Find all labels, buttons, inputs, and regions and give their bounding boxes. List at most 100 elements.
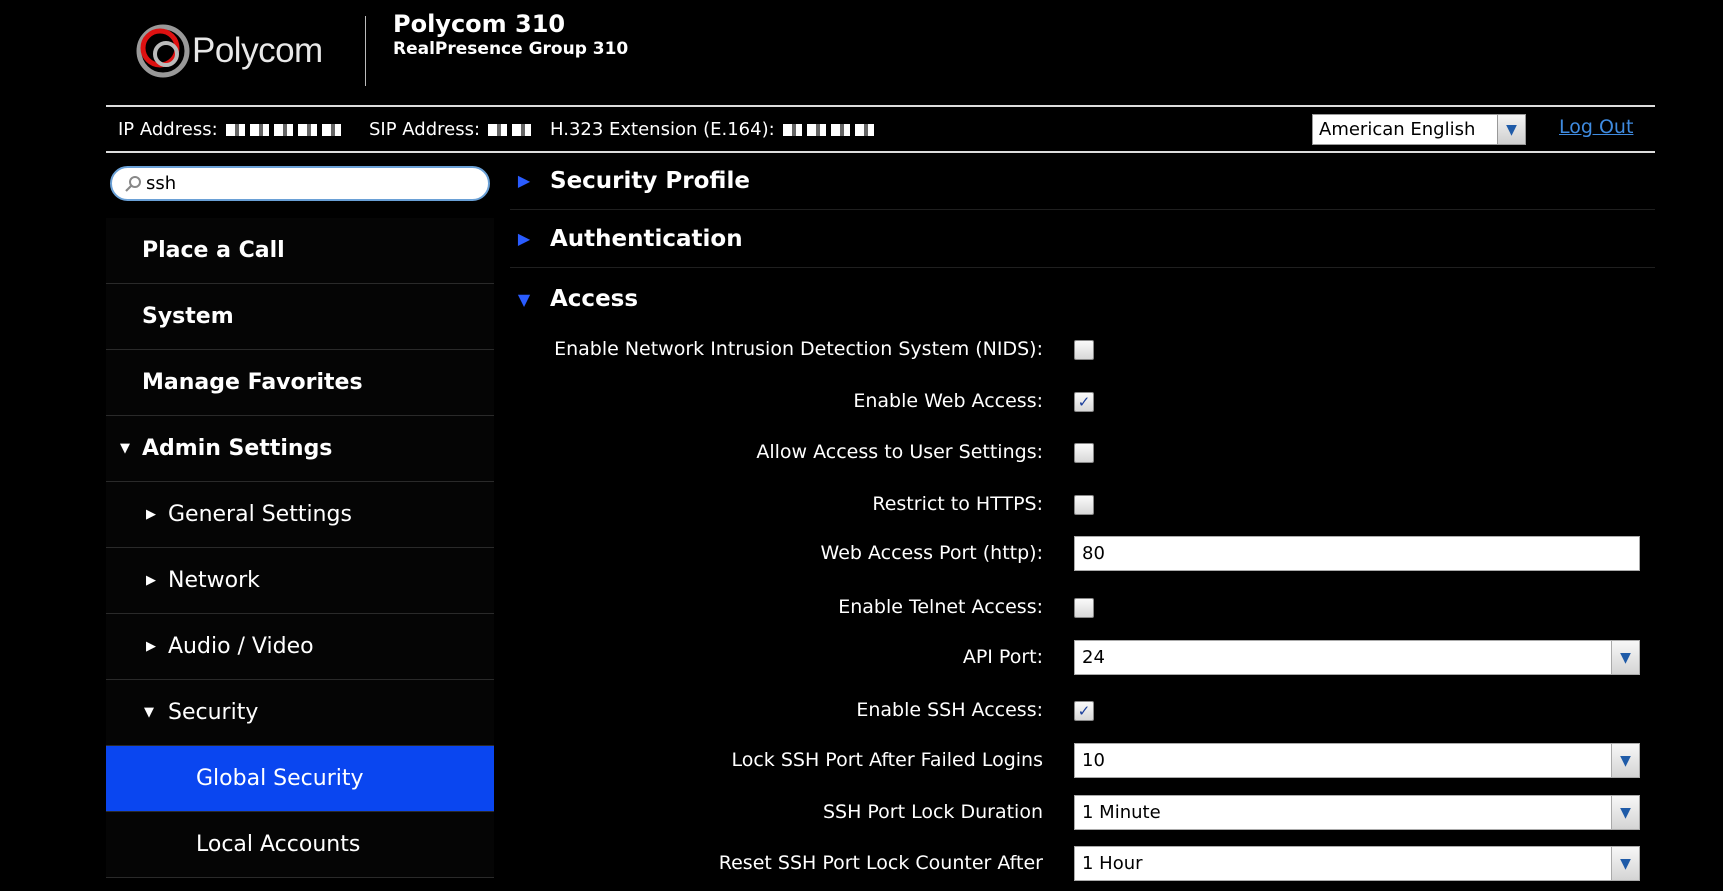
row-restrict-https: Restrict to HTTPS: (510, 485, 1655, 525)
restrict-https-label: Restrict to HTTPS: (872, 493, 1043, 515)
sidebar-item-admin-settings[interactable]: ▼ Admin Settings (106, 416, 494, 482)
ssh-reset-select[interactable]: 1 Hour ▼ (1074, 846, 1640, 881)
row-ssh-duration: SSH Port Lock Duration 1 Minute ▼ (510, 793, 1655, 833)
section-security-profile[interactable]: ▶ Security Profile (510, 152, 1655, 210)
row-ssh: Enable SSH Access: ✓ (510, 691, 1655, 731)
api-port-label: API Port: (962, 646, 1043, 668)
sidebar-item-manage-favorites[interactable]: Manage Favorites (106, 350, 494, 416)
product-subtitle: RealPresence Group 310 (393, 39, 629, 59)
api-port-select[interactable]: 24 ▼ (1074, 640, 1640, 675)
chevron-down-icon[interactable]: ▼ (1611, 641, 1639, 674)
telnet-label: Enable Telnet Access: (838, 596, 1043, 618)
ssh-reset-label: Reset SSH Port Lock Counter After (718, 852, 1043, 874)
row-api-port: API Port: 24 ▼ (510, 638, 1655, 678)
sidebar-item-general-settings[interactable]: ▶ General Settings (106, 482, 494, 548)
telnet-checkbox[interactable] (1074, 598, 1094, 618)
nids-checkbox[interactable] (1074, 340, 1094, 360)
ip-address-redacted (225, 123, 344, 136)
search-box[interactable] (110, 166, 490, 201)
ip-address: IP Address: (118, 119, 344, 140)
ssh-lock-label: Lock SSH Port After Failed Logins (731, 749, 1043, 771)
row-ssh-lock: Lock SSH Port After Failed Logins 10 ▼ (510, 741, 1655, 781)
api-port-value: 24 (1082, 647, 1105, 668)
web-port-label: Web Access Port (http): (820, 542, 1043, 564)
web-port-input[interactable]: 80 (1074, 536, 1640, 571)
row-nids: Enable Network Intrusion Detection Syste… (510, 330, 1655, 370)
sidebar: Place a Call System Manage Favorites ▼ A… (106, 218, 494, 878)
nids-label: Enable Network Intrusion Detection Syste… (554, 338, 1043, 360)
sidebar-item-system[interactable]: System (106, 284, 494, 350)
sidebar-item-label: Audio / Video (168, 634, 314, 659)
ssh-checkbox[interactable]: ✓ (1074, 701, 1094, 721)
user-settings-label: Allow Access to User Settings: (756, 441, 1043, 463)
ip-address-label: IP Address: (118, 119, 218, 140)
chevron-down-icon[interactable]: ▼ (1611, 847, 1639, 880)
sip-address-label: SIP Address: (369, 119, 481, 140)
web-access-label: Enable Web Access: (853, 390, 1043, 412)
caret-down-icon: ▼ (120, 441, 130, 456)
sidebar-item-label: Security (168, 700, 259, 725)
row-web-access: Enable Web Access: ✓ (510, 382, 1655, 422)
sidebar-item-global-security[interactable]: Global Security (106, 746, 494, 812)
ssh-lock-value: 10 (1082, 750, 1105, 771)
product-title: Polycom 310 (393, 10, 566, 38)
section-access[interactable]: ▼ Access (510, 270, 1655, 328)
caret-right-icon: ▶ (146, 639, 156, 654)
ssh-duration-select[interactable]: 1 Minute ▼ (1074, 795, 1640, 830)
h323-extension-redacted (782, 123, 879, 136)
checkmark-icon: ✓ (1077, 393, 1091, 411)
user-settings-checkbox[interactable] (1074, 443, 1094, 463)
restrict-https-checkbox[interactable] (1074, 495, 1094, 515)
sidebar-item-local-accounts[interactable]: Local Accounts (106, 812, 494, 878)
sip-address: SIP Address: (369, 119, 537, 140)
sidebar-item-label: Global Security (196, 766, 364, 791)
search-input[interactable] (146, 173, 466, 194)
sidebar-item-label: General Settings (168, 502, 352, 527)
polycom-logo-icon (136, 24, 190, 78)
sidebar-item-audio-video[interactable]: ▶ Audio / Video (106, 614, 494, 680)
polycom-logo: Polycom (136, 24, 323, 78)
sidebar-item-label: Network (168, 568, 260, 593)
ssh-lock-select[interactable]: 10 ▼ (1074, 743, 1640, 778)
sidebar-item-label: System (142, 304, 234, 329)
web-access-checkbox[interactable]: ✓ (1074, 392, 1094, 412)
logout-link[interactable]: Log Out (1559, 116, 1633, 138)
caret-right-icon: ▶ (146, 507, 156, 522)
section-title: Security Profile (550, 167, 750, 194)
checkmark-icon: ✓ (1077, 702, 1091, 720)
sip-address-redacted (488, 123, 537, 136)
section-authentication[interactable]: ▶ Authentication (510, 210, 1655, 268)
section-title: Access (550, 286, 639, 312)
sidebar-item-place-a-call[interactable]: Place a Call (106, 218, 494, 284)
row-telnet: Enable Telnet Access: (510, 588, 1655, 628)
language-select[interactable]: American English ▼ (1312, 114, 1526, 145)
chevron-down-icon[interactable]: ▼ (1497, 115, 1525, 144)
caret-right-icon: ▶ (146, 573, 156, 588)
expand-right-icon: ▶ (517, 229, 531, 248)
section-title: Authentication (550, 225, 743, 252)
sidebar-item-label: Place a Call (142, 238, 285, 263)
collapse-down-icon: ▼ (517, 289, 531, 309)
caret-down-icon: ▼ (144, 705, 154, 720)
chevron-down-icon[interactable]: ▼ (1611, 796, 1639, 829)
header-divider (365, 16, 366, 86)
ssh-duration-value: 1 Minute (1082, 802, 1161, 823)
header: Polycom Polycom 310 RealPresence Group 3… (0, 0, 1723, 105)
sidebar-item-network[interactable]: ▶ Network (106, 548, 494, 614)
ssh-reset-value: 1 Hour (1082, 853, 1143, 874)
h323-extension: H.323 Extension (E.164): (550, 119, 879, 140)
sidebar-item-label: Local Accounts (196, 832, 361, 857)
expand-right-icon: ▶ (517, 171, 531, 190)
row-web-port: Web Access Port (http): 80 (510, 534, 1655, 574)
sidebar-item-label: Manage Favorites (142, 370, 363, 395)
sidebar-item-label: Admin Settings (142, 436, 333, 461)
sidebar-item-security[interactable]: ▼ Security (106, 680, 494, 746)
ssh-duration-label: SSH Port Lock Duration (822, 801, 1043, 823)
info-bar: IP Address: SIP Address: H.323 Extension… (106, 105, 1655, 153)
language-value: American English (1319, 119, 1476, 140)
row-ssh-reset: Reset SSH Port Lock Counter After 1 Hour… (510, 844, 1655, 884)
h323-extension-label: H.323 Extension (E.164): (550, 119, 775, 140)
logo-text: Polycom (192, 31, 323, 70)
ssh-label: Enable SSH Access: (856, 699, 1043, 721)
chevron-down-icon[interactable]: ▼ (1611, 744, 1639, 777)
